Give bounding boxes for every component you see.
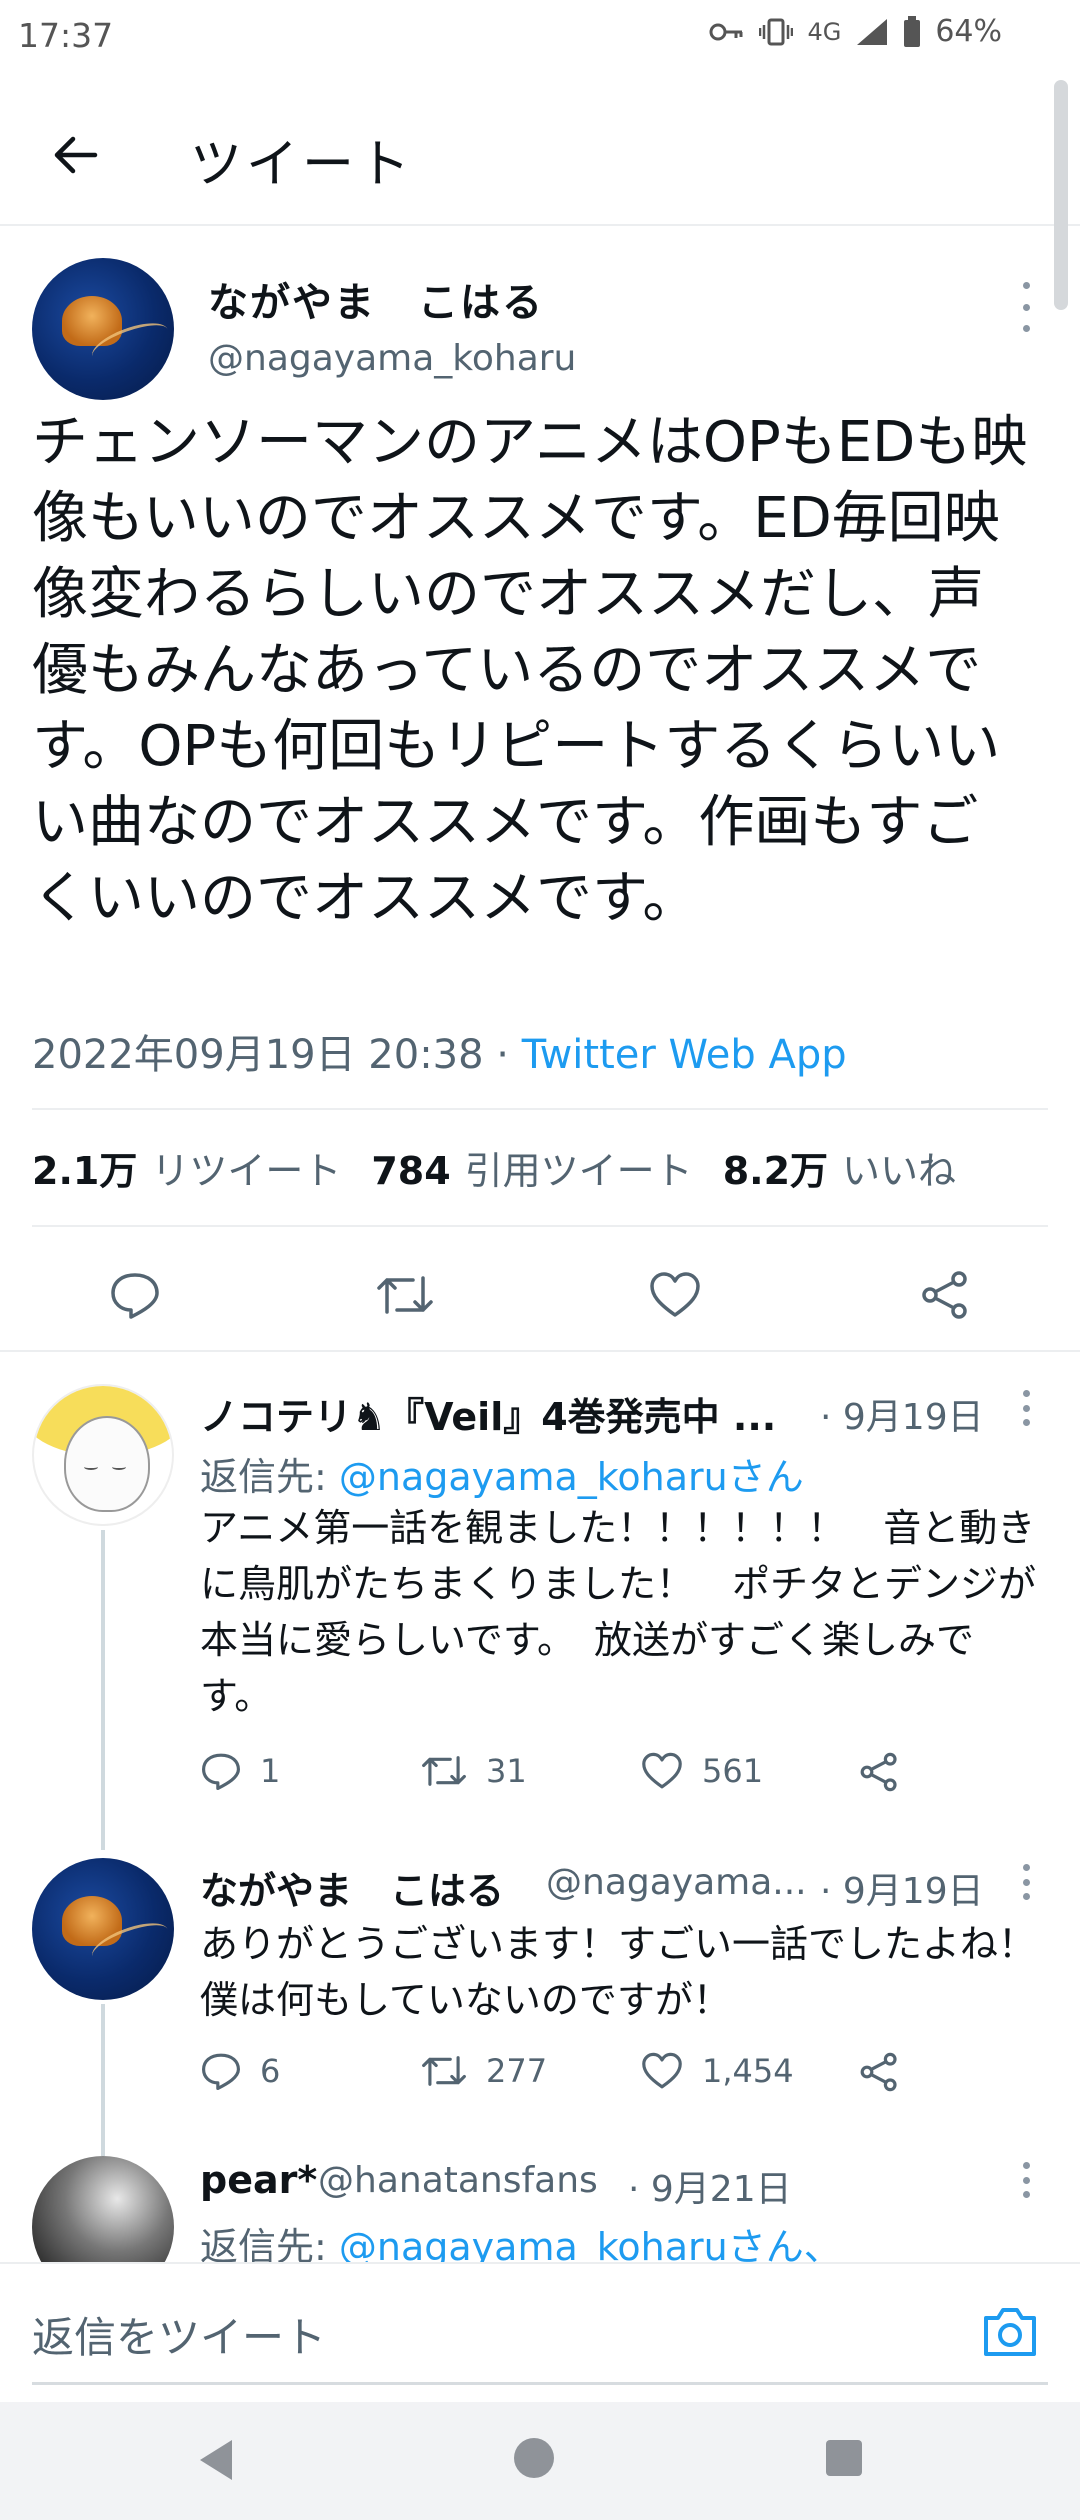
reply-handle[interactable]: @nagayama... bbox=[546, 1862, 807, 1903]
camera-button[interactable] bbox=[980, 2304, 1040, 2364]
tweet-actions bbox=[0, 1240, 1080, 1348]
back-button[interactable] bbox=[40, 120, 110, 190]
reply-display-name[interactable]: ながやま こはる bbox=[200, 1860, 504, 1915]
reply-avatar[interactable] bbox=[32, 1384, 174, 1526]
reply-count: 6 bbox=[260, 2052, 281, 2090]
heart-icon bbox=[642, 1752, 682, 1789]
share-button[interactable] bbox=[910, 1260, 980, 1330]
reply-display-name[interactable]: pear* bbox=[200, 2158, 317, 2202]
signal-icon bbox=[857, 18, 888, 45]
more-options-icon[interactable] bbox=[1016, 1864, 1036, 1900]
system-nav-bar bbox=[0, 2402, 1080, 2520]
tweet-source[interactable]: Twitter Web App bbox=[522, 1032, 847, 1078]
app-header: ツイート bbox=[0, 80, 1080, 226]
input-underline bbox=[32, 2382, 1048, 2385]
page-title: ツイート bbox=[190, 135, 415, 195]
divider bbox=[32, 1225, 1048, 1227]
reply-reply-button[interactable]: 1 bbox=[200, 1752, 280, 1790]
author-handle[interactable]: @nagayama_koharu bbox=[208, 338, 576, 379]
retweet-icon bbox=[377, 1276, 433, 1314]
share-icon bbox=[922, 1271, 967, 1319]
author-display-name[interactable]: ながやま こはる bbox=[208, 270, 544, 328]
quotes-stat[interactable]: 784 引用ツイート bbox=[371, 1140, 692, 1195]
retweets-stat[interactable]: 2.1万 リツイート bbox=[32, 1140, 341, 1195]
battery-icon bbox=[904, 15, 921, 47]
reply-share-button[interactable] bbox=[858, 2052, 918, 2092]
retweet-icon bbox=[422, 1756, 466, 1786]
meta-separator: · bbox=[483, 1032, 522, 1078]
retweet-count: 277 bbox=[486, 2052, 548, 2090]
reply-like-button[interactable]: 561 bbox=[640, 1752, 763, 1790]
reply-text: ありがとうございます！すごい一話でしたよね！僕は何もしていないのですが！ bbox=[200, 1922, 1037, 2022]
network-type: 4G bbox=[807, 17, 842, 46]
reply-retweet-button[interactable]: 277 bbox=[420, 2052, 547, 2090]
tweet-stats: 2.1万 リツイート 784 引用ツイート 8.2万 いいね bbox=[32, 1140, 956, 1195]
quotes-label: 引用ツイート bbox=[464, 1149, 693, 1193]
retweets-label: リツイート bbox=[151, 1149, 342, 1193]
reply-share-button[interactable] bbox=[858, 1752, 918, 1792]
more-options-icon[interactable] bbox=[1016, 2162, 1036, 2198]
scroll-indicator[interactable] bbox=[1054, 80, 1068, 310]
share-icon bbox=[860, 2052, 897, 2092]
reply-retweet-button[interactable]: 31 bbox=[420, 1752, 527, 1790]
reply-handle[interactable]: @hanatansfans bbox=[318, 2160, 598, 2201]
reply-icon bbox=[111, 1273, 159, 1319]
reply-date[interactable]: · 9月19日 bbox=[820, 1862, 984, 1914]
likes-count: 8.2万 bbox=[722, 1149, 829, 1193]
battery-level: 64% bbox=[935, 14, 1002, 49]
status-icons: 4G 64% bbox=[709, 14, 1002, 49]
reply-to-label: 返信先: bbox=[200, 1455, 339, 1499]
heart-icon bbox=[650, 1272, 700, 1317]
more-options-icon[interactable] bbox=[1016, 282, 1036, 332]
key-icon bbox=[709, 23, 743, 40]
camera-icon bbox=[984, 2308, 1036, 2356]
reply-like-button[interactable]: 1,454 bbox=[640, 2052, 794, 2090]
retweets-count: 2.1万 bbox=[32, 1149, 138, 1193]
arrow-left-icon bbox=[54, 136, 98, 174]
retweet-button[interactable] bbox=[370, 1260, 440, 1330]
like-button[interactable] bbox=[640, 1260, 710, 1330]
more-options-icon[interactable] bbox=[1016, 1390, 1036, 1426]
tweet-text: チェンソーマンのアニメはOPもEDも映像もいいのでオススメです。ED毎回映像変わ… bbox=[32, 410, 1028, 931]
reply-compose-bar: 返信をツイート bbox=[0, 2262, 1080, 2402]
divider bbox=[0, 1350, 1080, 1352]
heart-icon bbox=[642, 2052, 682, 2089]
status-time: 17:37 bbox=[18, 16, 114, 55]
nav-recents-icon[interactable] bbox=[826, 2440, 862, 2476]
status-bar: 17:37 4G 64% bbox=[0, 0, 1080, 76]
reply-to: 返信先: @nagayama_koharuさん bbox=[200, 1446, 804, 1501]
reply-text: アニメ第一話を観ました！！！！！！ 音と動きに鳥肌がたちまくりました！ ポチタと… bbox=[200, 1506, 1037, 1718]
reply-icon bbox=[201, 1753, 240, 1790]
quotes-count: 784 bbox=[371, 1149, 451, 1193]
likes-stat[interactable]: 8.2万 いいね bbox=[723, 1140, 956, 1195]
reply-to-handle[interactable]: @nagayama_koharuさん bbox=[339, 1455, 804, 1499]
reply-count: 1 bbox=[260, 1752, 281, 1790]
divider bbox=[32, 1108, 1048, 1110]
reply-avatar[interactable] bbox=[32, 1858, 174, 2000]
thread-line bbox=[101, 1530, 105, 1850]
retweet-count: 31 bbox=[486, 1752, 527, 1790]
nav-home-icon[interactable] bbox=[514, 2438, 554, 2478]
reply-reply-button[interactable]: 6 bbox=[200, 2052, 280, 2090]
vibrate-icon bbox=[759, 18, 794, 45]
tweet-timestamp[interactable]: 2022年09月19日 20:38 bbox=[32, 1032, 484, 1078]
reply-icon bbox=[201, 2053, 240, 2090]
author-avatar[interactable] bbox=[32, 258, 174, 400]
reply-button[interactable] bbox=[100, 1260, 170, 1330]
reply-input[interactable]: 返信をツイート bbox=[32, 2304, 326, 2365]
thread-line bbox=[101, 2004, 105, 2156]
reply-date[interactable]: · 9月21日 bbox=[628, 2160, 792, 2212]
reply-display-name[interactable]: ノコテリ♞『Veil』4巻発売中 ... bbox=[200, 1386, 776, 1441]
likes-label: いいね bbox=[842, 1149, 957, 1193]
nav-back-icon[interactable] bbox=[196, 2438, 236, 2482]
like-count: 561 bbox=[702, 1752, 764, 1790]
share-icon bbox=[860, 1752, 897, 1792]
tweet-meta: 2022年09月19日 20:38 · Twitter Web App bbox=[32, 1022, 847, 1080]
reply-date[interactable]: · 9月19日 bbox=[820, 1388, 984, 1440]
like-count: 1,454 bbox=[702, 2052, 794, 2090]
retweet-icon bbox=[422, 2056, 466, 2086]
